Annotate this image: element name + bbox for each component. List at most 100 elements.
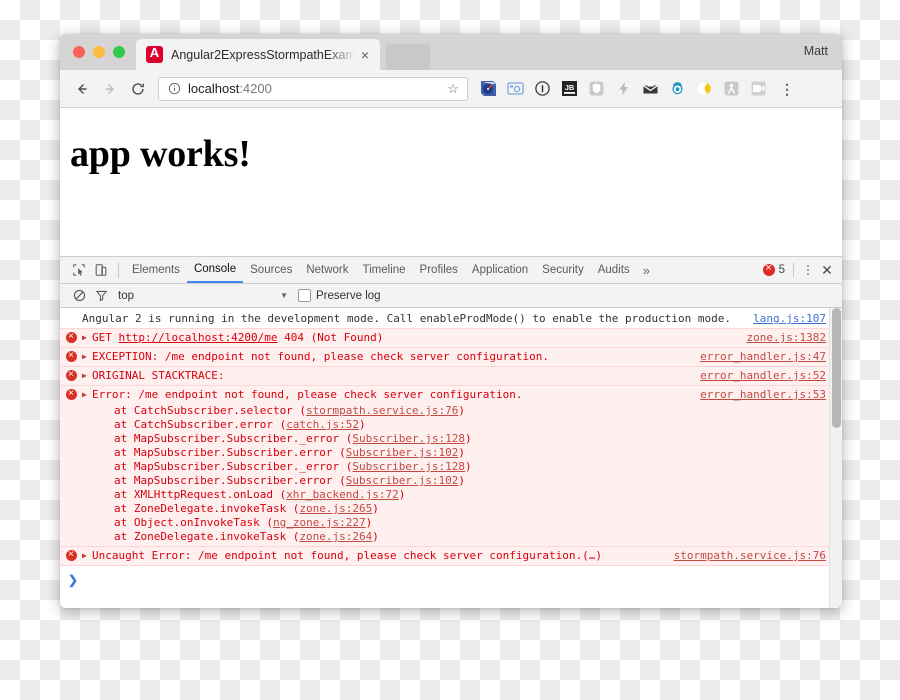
preserve-log-label: Preserve log bbox=[316, 289, 381, 302]
row-gutter bbox=[60, 349, 82, 362]
devtools-more-tabs-icon[interactable]: » bbox=[637, 257, 656, 283]
devtools-tab-profiles[interactable]: Profiles bbox=[413, 257, 465, 283]
console-source-link[interactable]: zone.js:1382 bbox=[747, 331, 842, 345]
console-context-select[interactable]: top ▼ bbox=[118, 290, 298, 302]
console-prompt[interactable]: ❯ bbox=[60, 566, 842, 594]
stack-frame-fn: at MapSubscriber.Subscriber.error ( bbox=[114, 446, 346, 459]
devtools-tab-network[interactable]: Network bbox=[299, 257, 355, 283]
screenshot-extension-icon[interactable] bbox=[507, 80, 524, 97]
console-output[interactable]: Angular 2 is running in the development … bbox=[60, 308, 842, 608]
console-message: GET http://localhost:4200/me 404 (Not Fo… bbox=[92, 331, 747, 345]
devtools-tab-console[interactable]: Console bbox=[186, 257, 244, 283]
error-count-badge[interactable]: 5 bbox=[762, 261, 793, 276]
tab-strip: Angular2ExpressStormpathExample × Matt bbox=[60, 34, 842, 70]
tab-close-icon[interactable]: × bbox=[356, 48, 374, 62]
stack-frame-location[interactable]: Subscriber.js:102 bbox=[346, 474, 459, 487]
profile-name[interactable]: Matt bbox=[804, 44, 828, 58]
address-bar[interactable]: localhost:4200 ☆ bbox=[158, 76, 468, 101]
console-row-uncaught-error[interactable]: ▶ Uncaught Error: /me endpoint not found… bbox=[60, 546, 842, 566]
shield-extension-icon[interactable] bbox=[588, 80, 605, 97]
stack-frame-location[interactable]: ng_zone.js:227 bbox=[273, 516, 366, 529]
page-heading: app works! bbox=[70, 133, 251, 175]
row-gutter bbox=[60, 548, 82, 561]
stack-frame-fn: at ZoneDelegate.invokeTask ( bbox=[114, 502, 300, 515]
stack-frame-location[interactable]: stormpath.service.js:76 bbox=[306, 404, 458, 417]
expand-arrow-icon[interactable]: ▶ bbox=[82, 549, 92, 560]
info-icon[interactable] bbox=[167, 82, 181, 96]
window-minimize-button[interactable] bbox=[93, 46, 105, 58]
devtools-close-icon[interactable]: ✕ bbox=[816, 262, 838, 279]
console-row-stacktrace[interactable]: ▶ Error: /me endpoint not found, please … bbox=[60, 385, 842, 547]
devtools-tab-timeline[interactable]: Timeline bbox=[356, 257, 413, 283]
device-toolbar-icon[interactable] bbox=[90, 260, 112, 280]
person-extension-icon[interactable] bbox=[723, 80, 740, 97]
console-filter-bar: top ▼ Preserve log bbox=[60, 284, 842, 308]
devtools-tab-application[interactable]: Application bbox=[465, 257, 535, 283]
browser-window: Angular2ExpressStormpathExample × Matt bbox=[60, 34, 842, 608]
browser-tab-active[interactable]: Angular2ExpressStormpathExample × bbox=[136, 39, 380, 70]
devtools-tab-sources[interactable]: Sources bbox=[243, 257, 299, 283]
stack-frame-fn: at CatchSubscriber.error ( bbox=[114, 418, 287, 431]
filter-funnel-icon[interactable] bbox=[90, 286, 112, 306]
error-icon bbox=[65, 548, 77, 561]
browser-menu-icon[interactable]: ⋮ bbox=[778, 82, 796, 96]
stack-frame-location[interactable]: xhr_backend.js:72 bbox=[286, 488, 399, 501]
extensions-bar: JB bbox=[475, 80, 772, 97]
expand-arrow-icon[interactable]: ▶ bbox=[82, 331, 92, 342]
inspect-element-icon[interactable] bbox=[68, 260, 90, 280]
lightning-extension-icon[interactable] bbox=[615, 80, 632, 97]
avatar-extension-icon[interactable] bbox=[669, 80, 686, 97]
forward-button[interactable] bbox=[96, 75, 124, 103]
page-viewport: app works! bbox=[60, 108, 842, 256]
console-source-link[interactable]: error_handler.js:53 bbox=[700, 388, 842, 402]
console-message: ORIGINAL STACKTRACE: bbox=[92, 369, 225, 382]
background-tab[interactable] bbox=[386, 44, 430, 70]
stack-frame-location[interactable]: catch.js:52 bbox=[286, 418, 359, 431]
stack-frame-location[interactable]: Subscriber.js:128 bbox=[352, 460, 465, 473]
devtools-menu-icon[interactable]: ⋮ bbox=[793, 263, 816, 277]
mail-extension-icon[interactable] bbox=[642, 80, 659, 97]
jetbrains-extension-icon[interactable]: JB bbox=[561, 80, 578, 97]
stack-frame-location[interactable]: Subscriber.js:128 bbox=[352, 432, 465, 445]
devtools-tab-elements[interactable]: Elements bbox=[125, 257, 187, 283]
preserve-log-toggle[interactable]: Preserve log bbox=[298, 289, 381, 302]
console-message: Uncaught Error: /me endpoint not found, … bbox=[92, 549, 602, 562]
window-close-button[interactable] bbox=[73, 46, 85, 58]
stack-frame-location[interactable]: Subscriber.js:102 bbox=[346, 446, 459, 459]
devtools-tab-audits[interactable]: Audits bbox=[591, 257, 637, 283]
error-icon bbox=[65, 330, 77, 343]
console-row-log[interactable]: Angular 2 is running in the development … bbox=[60, 308, 842, 329]
back-button[interactable] bbox=[68, 75, 96, 103]
console-scrollbar-thumb[interactable] bbox=[832, 308, 841, 428]
console-source-link[interactable]: error_handler.js:47 bbox=[700, 350, 842, 364]
video-extension-icon[interactable] bbox=[750, 80, 767, 97]
clear-console-icon[interactable] bbox=[68, 286, 90, 306]
window-zoom-button[interactable] bbox=[113, 46, 125, 58]
preserve-log-checkbox[interactable] bbox=[298, 289, 311, 302]
reload-button[interactable] bbox=[124, 75, 152, 103]
stack-frame-location[interactable]: zone.js:265 bbox=[299, 502, 372, 515]
console-row-error[interactable]: ▶ EXCEPTION: /me endpoint not found, ple… bbox=[60, 347, 842, 367]
console-scrollbar[interactable] bbox=[829, 308, 842, 608]
stack-frame: at CatchSubscriber.error (catch.js:52) bbox=[60, 418, 842, 432]
request-url-link[interactable]: http://localhost:4200/me bbox=[119, 331, 278, 344]
bookmark-star-icon[interactable]: ☆ bbox=[445, 81, 461, 97]
console-context-label: top bbox=[118, 289, 134, 302]
console-source-link[interactable]: stormpath.service.js:76 bbox=[674, 549, 842, 563]
devtools-tab-security[interactable]: Security bbox=[535, 257, 591, 283]
console-row-error[interactable]: ▶ GET http://localhost:4200/me 404 (Not … bbox=[60, 328, 842, 348]
stack-frame-location[interactable]: zone.js:264 bbox=[299, 530, 372, 543]
error-count-label: 5 bbox=[778, 264, 785, 276]
stack-frame-fn: at Object.onInvokeTask ( bbox=[114, 516, 273, 529]
expand-arrow-icon[interactable]: ▶ bbox=[82, 388, 92, 399]
console-source-link[interactable]: error_handler.js:52 bbox=[700, 369, 842, 383]
expand-arrow-icon[interactable]: ▶ bbox=[82, 369, 92, 380]
expand-arrow-icon[interactable]: ▶ bbox=[82, 350, 92, 361]
console-row-error[interactable]: ▶ ORIGINAL STACKTRACE: error_handler.js:… bbox=[60, 366, 842, 386]
stacktrace-header[interactable]: ▶ Error: /me endpoint not found, please … bbox=[60, 385, 842, 404]
speedometer-extension-icon[interactable] bbox=[480, 80, 497, 97]
row-gutter bbox=[60, 368, 82, 381]
info-circle-extension-icon[interactable] bbox=[534, 80, 551, 97]
moon-extension-icon[interactable] bbox=[696, 80, 713, 97]
stack-frame: at XMLHttpRequest.onLoad (xhr_backend.js… bbox=[60, 488, 842, 502]
